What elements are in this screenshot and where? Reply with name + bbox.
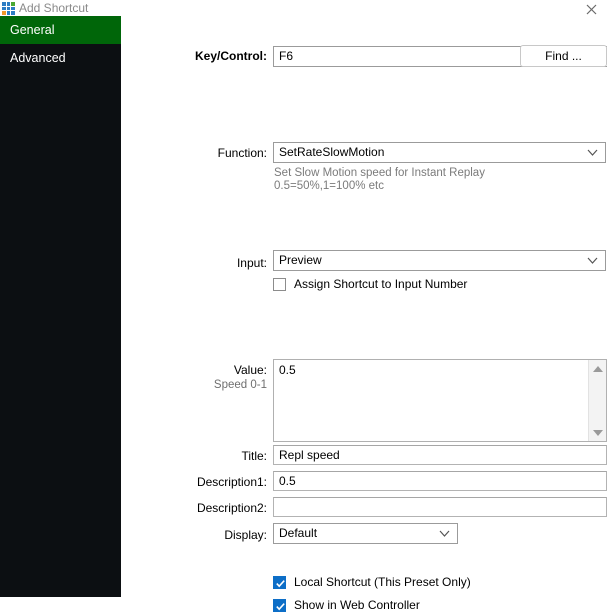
function-description-line2: 0.5=50%,1=100% etc: [274, 180, 384, 192]
local-shortcut-label: Local Shortcut (This Preset Only): [294, 575, 471, 589]
title-value: Repl speed: [279, 448, 340, 462]
function-value: SetRateSlowMotion: [279, 145, 385, 159]
chevron-down-icon: [439, 524, 450, 543]
value-sublabel: Speed 0-1: [213, 379, 267, 391]
sidebar-item-general[interactable]: General: [0, 16, 121, 44]
display-select[interactable]: Default: [273, 523, 458, 544]
chevron-down-icon: [587, 143, 598, 162]
input-value: Preview: [279, 253, 322, 267]
key-control-label: Key/Control:: [195, 49, 267, 63]
show-in-web-controller-label: Show in Web Controller: [294, 598, 420, 612]
checkbox-box: [273, 277, 286, 291]
show-in-web-controller-checkbox[interactable]: Show in Web Controller: [273, 598, 420, 612]
checkbox-box: [273, 575, 286, 589]
sidebar-item-label: Advanced: [10, 51, 66, 65]
display-label: Display:: [224, 528, 267, 542]
description1-input[interactable]: 0.5: [273, 471, 607, 491]
title-label: Title:: [241, 449, 267, 463]
checkbox-box: [273, 598, 286, 612]
app-grid-icon: [2, 2, 15, 15]
assign-shortcut-to-input-number-checkbox[interactable]: Assign Shortcut to Input Number: [273, 277, 467, 291]
value-label: Value:: [233, 363, 267, 377]
scroll-down-icon[interactable]: [589, 424, 606, 441]
find-button[interactable]: Find ...: [520, 45, 607, 67]
function-select[interactable]: SetRateSlowMotion: [273, 142, 606, 163]
value-scrollbar[interactable]: [588, 360, 606, 441]
local-shortcut-checkbox[interactable]: Local Shortcut (This Preset Only): [273, 575, 471, 589]
chevron-down-icon: [587, 251, 598, 270]
assign-shortcut-label: Assign Shortcut to Input Number: [294, 277, 468, 291]
title-input[interactable]: Repl speed: [273, 445, 607, 465]
input-label: Input:: [236, 256, 267, 270]
window-titlebar: Add Shortcut: [0, 0, 607, 16]
scroll-up-icon[interactable]: [589, 360, 606, 377]
settings-pane: Key/Control: F6 Find ... Function: SetRa…: [121, 16, 607, 612]
function-description-line1: Set Slow Motion speed for Instant Replay: [274, 167, 485, 179]
description2-input[interactable]: [273, 497, 607, 517]
value-textarea[interactable]: 0.5: [273, 359, 607, 442]
close-icon[interactable]: [580, 1, 602, 17]
key-control-value: F6: [279, 49, 294, 63]
function-label: Function:: [217, 146, 267, 160]
input-select[interactable]: Preview: [273, 250, 606, 271]
sidebar-item-advanced[interactable]: Advanced: [0, 44, 121, 72]
sidebar: General Advanced: [0, 16, 121, 597]
description2-label: Description2:: [196, 501, 267, 515]
description1-label: Description1:: [196, 475, 267, 489]
value-text: 0.5: [279, 363, 296, 377]
sidebar-item-label: General: [10, 23, 55, 37]
description1-value: 0.5: [279, 474, 296, 488]
window-title: Add Shortcut: [19, 1, 89, 15]
display-value: Default: [279, 526, 318, 540]
